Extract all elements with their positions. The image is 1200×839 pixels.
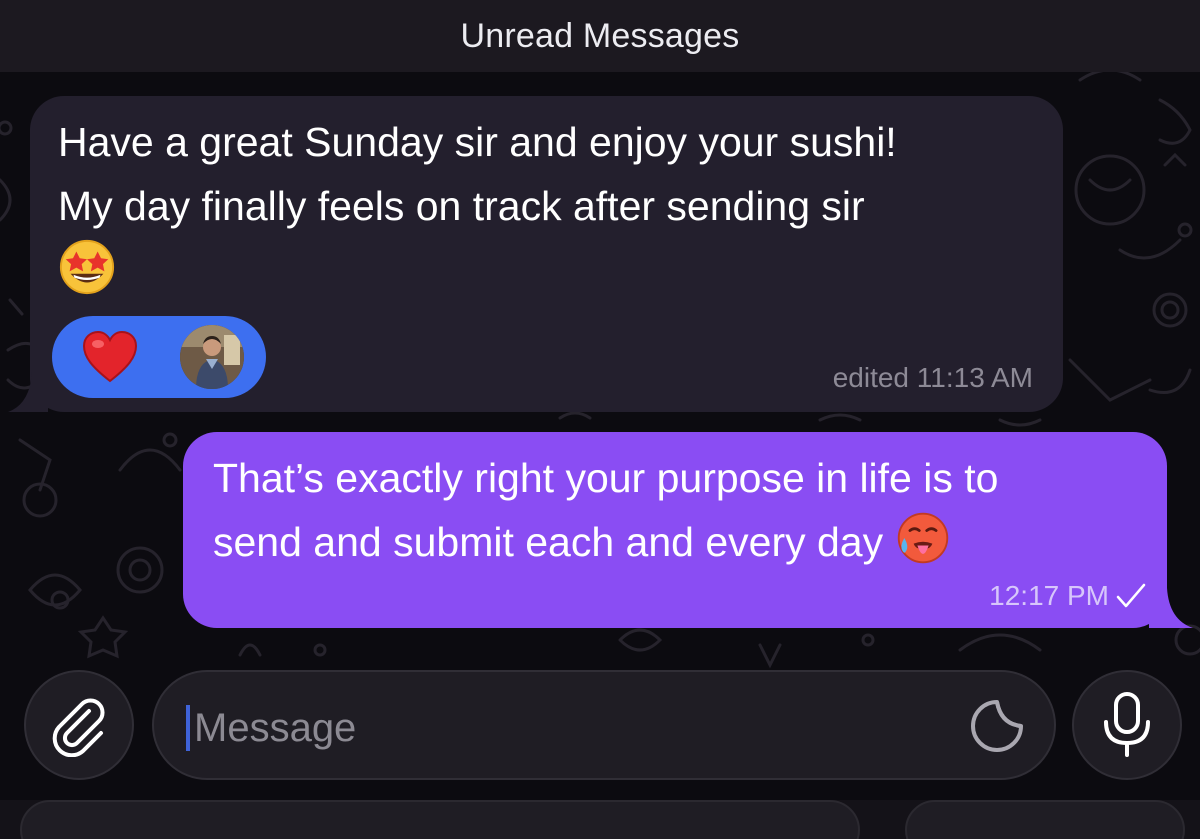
microphone-icon (1104, 692, 1150, 757)
bottom-toolbar-left[interactable] (20, 800, 860, 839)
bottom-toolbar-right[interactable] (905, 800, 1185, 839)
chat-screen: Unread Messages Have a great Sunday sir … (0, 0, 1200, 839)
message-text: That’s exactly right your purpose in lif… (213, 446, 1153, 574)
message-input-container[interactable] (152, 670, 1056, 780)
bubble-tail (1149, 588, 1193, 628)
paperclip-icon (52, 698, 105, 757)
hot-face-emoji-icon (897, 512, 948, 564)
bubble-tail (8, 372, 48, 412)
message-timestamp: edited 11:13 AM (832, 362, 1033, 393)
message-text: Have a great Sunday sir and enjoy your s… (58, 110, 1048, 304)
voice-record-button[interactable] (1072, 670, 1182, 780)
message-line: Have a great Sunday sir and enjoy your s… (58, 119, 897, 165)
outgoing-message-bubble[interactable]: That’s exactly right your purpose in lif… (183, 432, 1193, 628)
sticker-icon[interactable] (970, 699, 1024, 753)
message-meta: 12:17 PM (989, 580, 1147, 612)
bottom-panel (0, 800, 1200, 839)
unread-messages-divider: Unread Messages (0, 0, 1200, 72)
single-check-icon (1116, 583, 1146, 608)
message-line: That’s exactly right your purpose in lif… (213, 455, 999, 501)
reaction-pill[interactable] (52, 316, 266, 398)
red-heart-icon (82, 331, 138, 383)
incoming-message-bubble[interactable]: Have a great Sunday sir and enjoy your s… (8, 96, 1063, 412)
attach-button[interactable] (24, 670, 134, 780)
message-input[interactable] (192, 694, 936, 762)
unread-messages-label: Unread Messages (460, 16, 740, 55)
message-line: My day finally feels on track after send… (58, 183, 865, 229)
text-caret (186, 705, 190, 751)
reactor-avatar (180, 325, 244, 389)
star-struck-emoji-icon (59, 239, 115, 295)
message-line: send and submit each and every day (213, 519, 884, 565)
message-timestamp: 12:17 PM (989, 580, 1109, 611)
